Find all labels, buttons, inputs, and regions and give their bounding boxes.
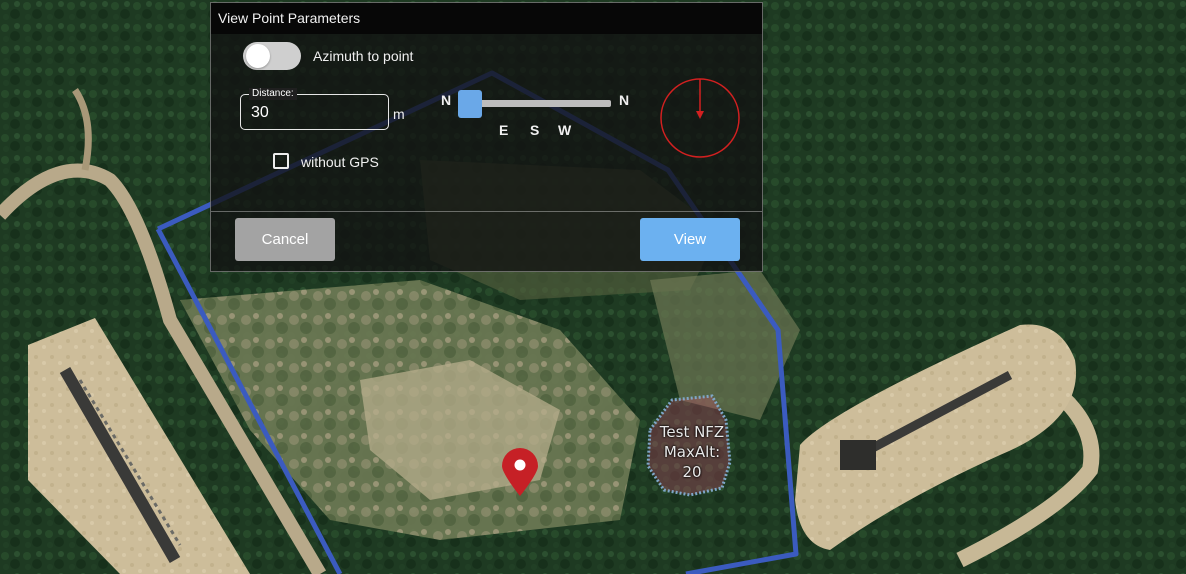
facility-east-building [840,440,876,470]
distance-field[interactable]: Distance: [240,88,389,130]
azimuth-toggle[interactable] [243,42,301,70]
slider-tick-e: E [499,122,509,138]
distance-label: Distance: [249,88,297,100]
dialog-divider [211,211,762,212]
azimuth-slider-track[interactable] [469,100,611,107]
slider-tick-s: S [530,122,540,138]
nfz-maxalt: MaxAlt: 20 [663,443,721,481]
slider-left-n: N [441,92,452,108]
nfz-name: Test NFZ [659,423,725,441]
without-gps-label: without GPS [301,154,379,170]
slider-right-n: N [619,92,630,108]
view-button[interactable]: View [640,218,740,261]
nfz-label: Test NFZ MaxAlt: 20 [652,422,732,482]
slider-tick-w: W [558,122,572,138]
cancel-button[interactable]: Cancel [235,218,335,261]
distance-input[interactable] [251,104,371,122]
azimuth-slider-thumb[interactable] [458,90,482,118]
without-gps-checkbox[interactable] [273,153,289,169]
compass-direction-icon [660,78,740,158]
azimuth-label: Azimuth to point [313,48,414,64]
dialog-title: View Point Parameters [211,3,762,34]
view-point-dialog: View Point Parameters Azimuth to point D… [210,2,763,272]
toggle-knob [246,44,270,68]
distance-unit: m [393,106,405,122]
